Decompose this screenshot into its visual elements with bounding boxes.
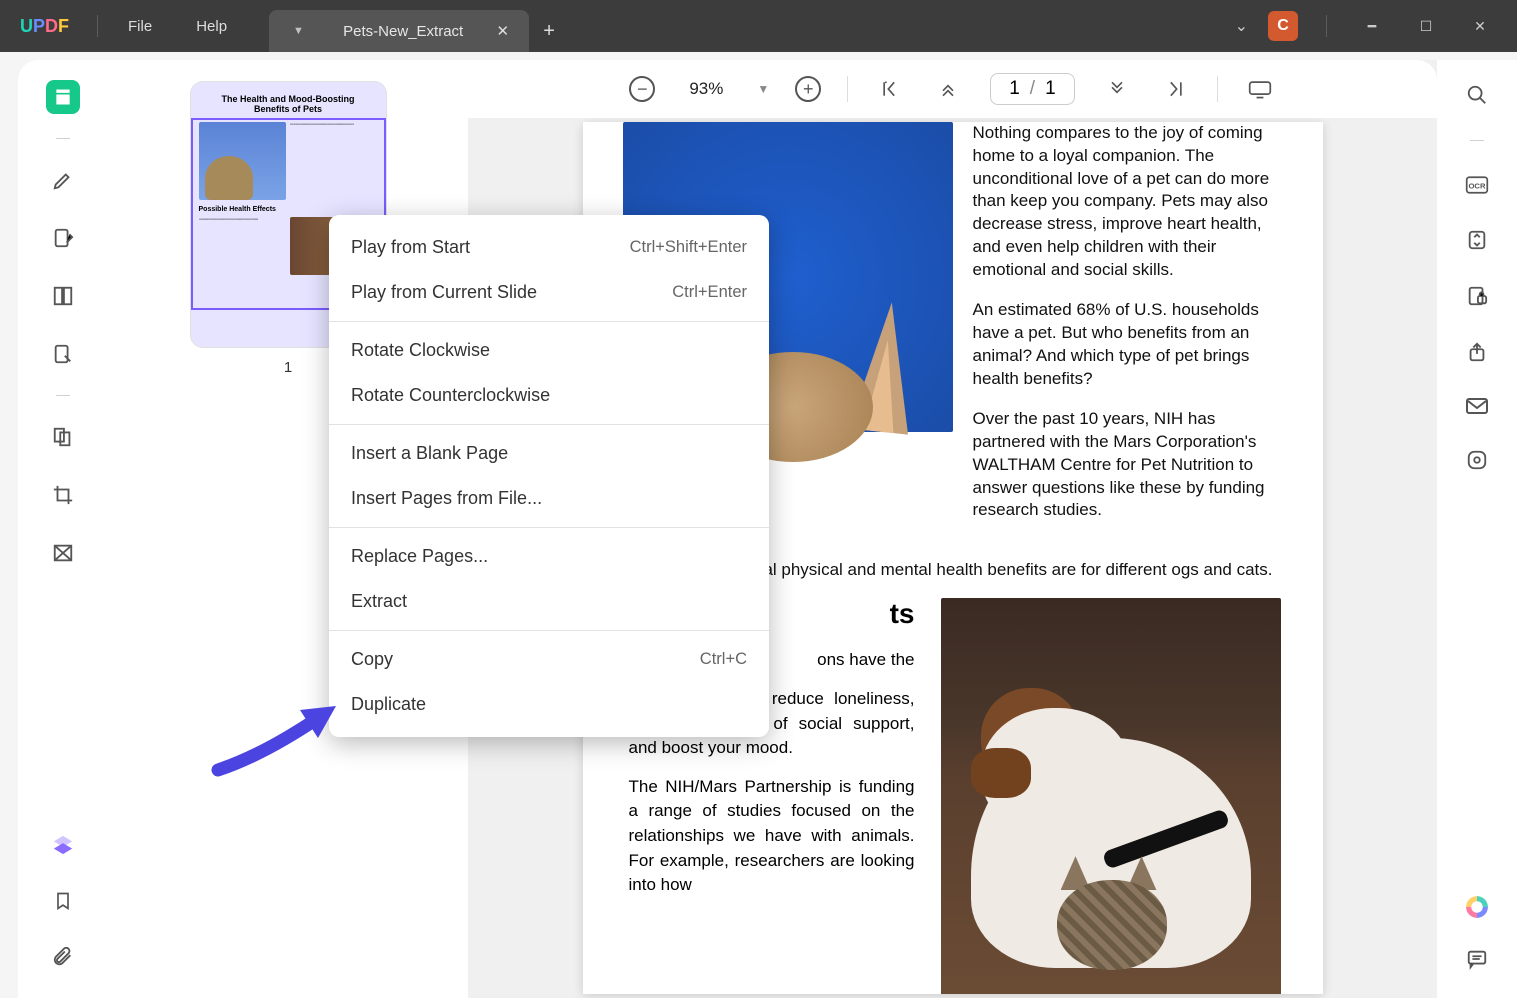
context-menu-play-from-current-slide[interactable]: Play from Current Slide Ctrl+Enter <box>329 270 769 315</box>
context-menu-label: Replace Pages... <box>351 546 488 567</box>
context-menu-insert-pages-from-file[interactable]: Insert Pages from File... <box>329 476 769 521</box>
window-minimize[interactable]: ━ <box>1355 18 1389 35</box>
close-icon[interactable]: ✕ <box>496 22 509 40</box>
context-menu-extract[interactable]: Extract <box>329 579 769 624</box>
context-menu-shortcut: Ctrl+Enter <box>672 283 747 302</box>
doc-hero-text: Nothing compares to the joy of coming ho… <box>973 122 1293 540</box>
context-menu-label: Rotate Clockwise <box>351 340 490 361</box>
window-maximize[interactable]: ☐ <box>1409 18 1443 35</box>
view-toolbar: − 93% ▼ + 1 / 1 <box>468 60 1437 118</box>
context-menu-divider <box>329 321 769 322</box>
divider <box>97 15 98 37</box>
tab-bar: ▼ Pets-New_Extract ✕ + <box>269 0 569 52</box>
divider <box>1326 15 1327 37</box>
logo: UPDF <box>0 16 89 37</box>
comment-icon[interactable] <box>1466 948 1488 970</box>
context-menu-label: Insert Pages from File... <box>351 488 542 509</box>
thumbnail-page-number: 1 <box>284 359 292 376</box>
tab-dropdown-icon[interactable]: ▼ <box>293 25 304 37</box>
bookmark-icon[interactable] <box>46 884 80 918</box>
context-menu-label: Extract <box>351 591 407 612</box>
reader-mode-icon[interactable] <box>46 80 80 114</box>
context-menu-shortcut: Ctrl+Shift+Enter <box>630 238 747 257</box>
context-menu-shortcut: Ctrl+C <box>700 650 747 669</box>
protect-icon[interactable] <box>1466 285 1488 307</box>
context-menu-divider <box>329 630 769 631</box>
svg-text:OCR: OCR <box>1468 181 1486 190</box>
highlighter-icon[interactable] <box>46 163 80 197</box>
context-menu-rotate-clockwise[interactable]: Rotate Clockwise <box>329 328 769 373</box>
context-menu-play-from-start[interactable]: Play from Start Ctrl+Shift+Enter <box>329 225 769 270</box>
context-menu: Play from StartCtrl+Shift+EnterPlay from… <box>329 215 769 737</box>
email-icon[interactable] <box>1465 397 1489 415</box>
first-page-button[interactable] <box>874 73 906 105</box>
attachment-icon[interactable] <box>46 940 80 974</box>
tab-title: Pets-New_Extract <box>343 23 463 40</box>
present-button[interactable] <box>1244 73 1276 105</box>
menu-help[interactable]: Help <box>174 18 249 35</box>
context-menu-label: Play from Current Slide <box>351 282 537 303</box>
search-icon[interactable] <box>1466 84 1488 106</box>
context-menu-label: Play from Start <box>351 237 470 258</box>
ai-logo-icon[interactable] <box>1466 896 1488 918</box>
zoom-dropdown-icon[interactable]: ▼ <box>757 82 769 96</box>
save-icon[interactable] <box>1466 449 1488 471</box>
thumb-title: The Health and Mood-Boosting Benefits of… <box>199 90 378 118</box>
convert-icon[interactable] <box>1466 229 1488 251</box>
chevron-down-icon[interactable]: ⌄ <box>1235 16 1248 36</box>
zoom-out-button[interactable]: − <box>629 76 655 102</box>
share-icon[interactable] <box>1466 341 1488 363</box>
crop-icon[interactable] <box>46 478 80 512</box>
ocr-icon[interactable]: OCR <box>1465 175 1489 195</box>
zoom-in-button[interactable]: + <box>795 76 821 102</box>
prev-page-button[interactable] <box>932 73 964 105</box>
left-sidebar <box>18 60 108 998</box>
context-menu-divider <box>329 424 769 425</box>
layers-icon[interactable] <box>46 828 80 862</box>
next-page-button[interactable] <box>1101 73 1133 105</box>
context-menu-copy[interactable]: Copy Ctrl+C <box>329 637 769 682</box>
titlebar: UPDF File Help ▼ Pets-New_Extract ✕ + ⌄ … <box>0 0 1517 52</box>
context-menu-replace-pages[interactable]: Replace Pages... <box>329 534 769 579</box>
page-display-icon[interactable] <box>46 279 80 313</box>
context-menu-label: Rotate Counterclockwise <box>351 385 550 406</box>
menu-file[interactable]: File <box>106 18 174 35</box>
doc-lower-image <box>941 598 1281 994</box>
new-tab-button[interactable]: + <box>529 10 569 52</box>
context-menu-divider <box>329 527 769 528</box>
context-menu-insert-a-blank-page[interactable]: Insert a Blank Page <box>329 431 769 476</box>
window-close[interactable]: ✕ <box>1463 18 1497 35</box>
right-sidebar: OCR <box>1437 60 1517 998</box>
context-menu-label: Duplicate <box>351 694 426 715</box>
edit-text-icon[interactable] <box>46 221 80 255</box>
context-menu-duplicate[interactable]: Duplicate <box>329 682 769 727</box>
fill-sign-icon[interactable] <box>46 337 80 371</box>
avatar[interactable]: C <box>1268 11 1298 41</box>
zoom-value: 93% <box>681 79 731 99</box>
context-menu-label: Copy <box>351 649 393 670</box>
context-menu-label: Insert a Blank Page <box>351 443 508 464</box>
organize-pages-icon[interactable] <box>46 420 80 454</box>
last-page-button[interactable] <box>1159 73 1191 105</box>
page-input[interactable]: 1 / 1 <box>990 73 1074 105</box>
redact-icon[interactable] <box>46 536 80 570</box>
context-menu-rotate-counterclockwise[interactable]: Rotate Counterclockwise <box>329 373 769 418</box>
document-tab[interactable]: ▼ Pets-New_Extract ✕ <box>269 10 529 52</box>
